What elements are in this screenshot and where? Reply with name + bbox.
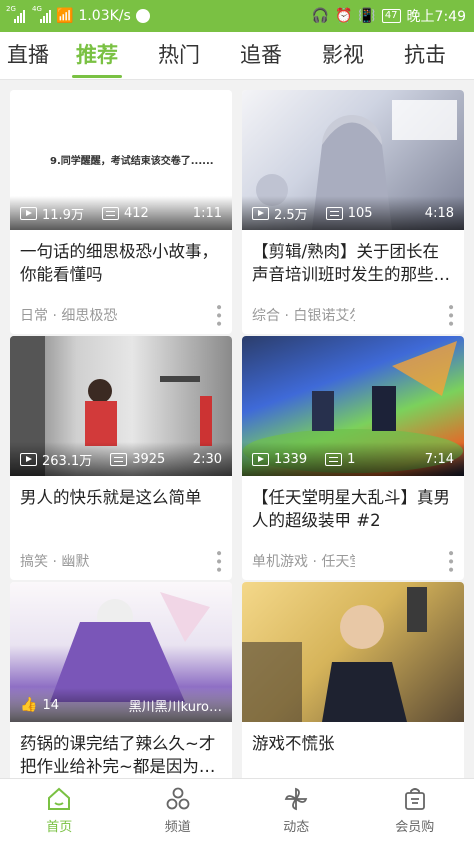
video-tags: 搞笑 · 幽默 xyxy=(20,554,90,570)
nav-channel[interactable]: 频道 xyxy=(119,779,238,842)
nav-shop[interactable]: 会员购 xyxy=(356,779,474,842)
more-options-icon[interactable]: ••• xyxy=(355,303,458,328)
play-count-icon xyxy=(20,206,37,220)
video-title[interactable]: 一句话的细思极恐小故事，你能看懂吗 xyxy=(10,230,232,296)
nav-channel-label: 频道 xyxy=(164,820,191,835)
video-card[interactable]: 9.同学醒醒，考试结束该交卷了...... 11.9万 412 1:11 一句话… xyxy=(10,90,232,334)
video-card[interactable]: 263.1万 3925 2:30 男人的快乐就是这么简单 搞笑 · 幽默 ••• xyxy=(10,336,232,580)
video-thumbnail[interactable]: 1339 1 7:14 xyxy=(242,336,464,476)
battery-indicator: 47 xyxy=(381,9,401,23)
view-count: 2.5万 xyxy=(274,207,308,223)
video-card[interactable]: 游戏不慌张 xyxy=(242,582,464,780)
video-card[interactable]: 2.5万 105 4:18 【剪辑/熟肉】关于团长在声音培训班时发生的那些… 综… xyxy=(242,90,464,334)
video-title[interactable]: 【剪辑/熟肉】关于团长在声音培训班时发生的那些… xyxy=(242,230,464,296)
play-count-icon xyxy=(252,452,269,466)
tab-live[interactable]: 直播 xyxy=(0,32,56,79)
category-tabs: 直播 推荐 热门 追番 影视 抗击 xyxy=(0,32,474,80)
vibrate-icon: 📳 xyxy=(358,8,376,24)
danmaku-icon xyxy=(110,452,128,466)
video-stats: 2.5万 105 4:18 xyxy=(242,196,464,230)
nav-dynamic-label: 动态 xyxy=(283,820,310,835)
status-time: 晚上7:49 xyxy=(406,9,466,25)
video-title[interactable]: 男人的快乐就是这么简单 xyxy=(10,476,232,542)
home-icon xyxy=(48,787,71,810)
video-thumbnail[interactable]: 9.同学醒醒，考试结束该交卷了...... 11.9万 412 1:11 xyxy=(10,90,232,230)
thumbnail-caption: 9.同学醒醒，考试结束该交卷了...... xyxy=(50,156,214,167)
like-count: 14 xyxy=(42,697,59,713)
video-tags: 综合 · 白银诺艾尔 xyxy=(252,308,355,324)
alarm-icon: ⏰ xyxy=(334,8,353,24)
danmaku-icon xyxy=(325,452,343,466)
app-notification-icon xyxy=(135,9,150,23)
more-options-icon[interactable]: ••• xyxy=(123,549,226,574)
thumbs-up-icon: 👍 xyxy=(20,697,38,713)
video-duration: 4:18 xyxy=(424,205,454,221)
view-count: 1339 xyxy=(274,451,308,467)
danmaku-count: 1 xyxy=(347,451,356,467)
status-bar: 2G 4G 📶 1.03K/s 🎧 ⏰ 📳 47 晚上7:49 xyxy=(0,0,474,32)
tab-fight[interactable]: 抗击 xyxy=(384,32,466,79)
wifi-icon: 📶 xyxy=(56,8,74,24)
tab-recommend[interactable]: 推荐 xyxy=(56,32,138,79)
video-card[interactable]: 1339 1 7:14 【任天堂明星大乱斗】真男人的超级装甲 #2 单机游戏 ·… xyxy=(242,336,464,580)
danmaku-icon xyxy=(325,206,343,220)
more-options-icon[interactable]: ••• xyxy=(355,549,458,574)
video-thumbnail[interactable]: 263.1万 3925 2:30 xyxy=(10,336,232,476)
pinwheel-icon xyxy=(285,787,308,811)
video-stats: 1339 1 7:14 xyxy=(242,442,464,476)
nav-home[interactable]: 首页 xyxy=(0,779,119,842)
video-stats: 263.1万 3925 2:30 xyxy=(10,442,232,476)
author-name: 黑川黑川kuro… xyxy=(128,699,222,715)
video-title[interactable]: 【任天堂明星大乱斗】真男人的超级装甲 #2 xyxy=(242,476,464,542)
video-tags: 日常 · 细思极恐 xyxy=(20,308,118,324)
view-count: 263.1万 xyxy=(42,453,93,469)
video-feed: 9.同学醒醒，考试结束该交卷了...... 11.9万 412 1:11 一句话… xyxy=(10,90,464,780)
nav-dynamic[interactable]: 动态 xyxy=(237,779,356,842)
tab-hot[interactable]: 热门 xyxy=(138,32,220,79)
promo-person-art xyxy=(242,587,427,722)
video-duration: 2:30 xyxy=(192,451,222,467)
view-count: 11.9万 xyxy=(42,207,84,223)
illustration-title[interactable]: 药锅的课完结了辣么久~才把作业给补完~都是因为… xyxy=(10,722,232,780)
video-thumbnail[interactable] xyxy=(242,582,464,722)
play-count-icon xyxy=(252,206,269,220)
more-options-icon[interactable]: ••• xyxy=(123,303,226,328)
video-stats: 11.9万 412 1:11 xyxy=(10,196,232,230)
video-tags: 单机游戏 · 任天堂明星… xyxy=(252,554,355,570)
signal-icon-2: 4G xyxy=(32,5,51,23)
shopping-bag-icon xyxy=(404,788,425,810)
video-title[interactable]: 游戏不慌张 xyxy=(242,722,464,780)
nav-home-label: 首页 xyxy=(46,820,73,835)
danmaku-icon xyxy=(101,206,119,220)
tab-anime[interactable]: 追番 xyxy=(220,32,302,79)
danmaku-count: 105 xyxy=(347,205,373,221)
illustration-stats: 👍 14 黑川黑川kuro… xyxy=(10,688,232,722)
tab-film[interactable]: 影视 xyxy=(302,32,384,79)
play-count-icon xyxy=(20,452,37,466)
video-duration: 1:11 xyxy=(192,205,222,221)
video-thumbnail[interactable]: 2.5万 105 4:18 xyxy=(242,90,464,230)
headset-icon: 🎧 xyxy=(311,8,329,24)
video-duration: 7:14 xyxy=(424,451,454,467)
signal-icon: 2G xyxy=(6,5,25,23)
bottom-navigation: 首页 频道 动态 会员购 xyxy=(0,778,474,842)
nav-shop-label: 会员购 xyxy=(395,820,435,835)
illustration-thumbnail[interactable]: 👍 14 黑川黑川kuro… xyxy=(10,582,232,722)
network-speed: 1.03K/s xyxy=(78,8,131,24)
illustration-card[interactable]: 👍 14 黑川黑川kuro… 药锅的课完结了辣么久~才把作业给补完~都是因为… xyxy=(10,582,232,780)
danmaku-count: 412 xyxy=(123,205,149,221)
channel-icon xyxy=(166,787,190,810)
danmaku-count: 3925 xyxy=(132,451,166,467)
